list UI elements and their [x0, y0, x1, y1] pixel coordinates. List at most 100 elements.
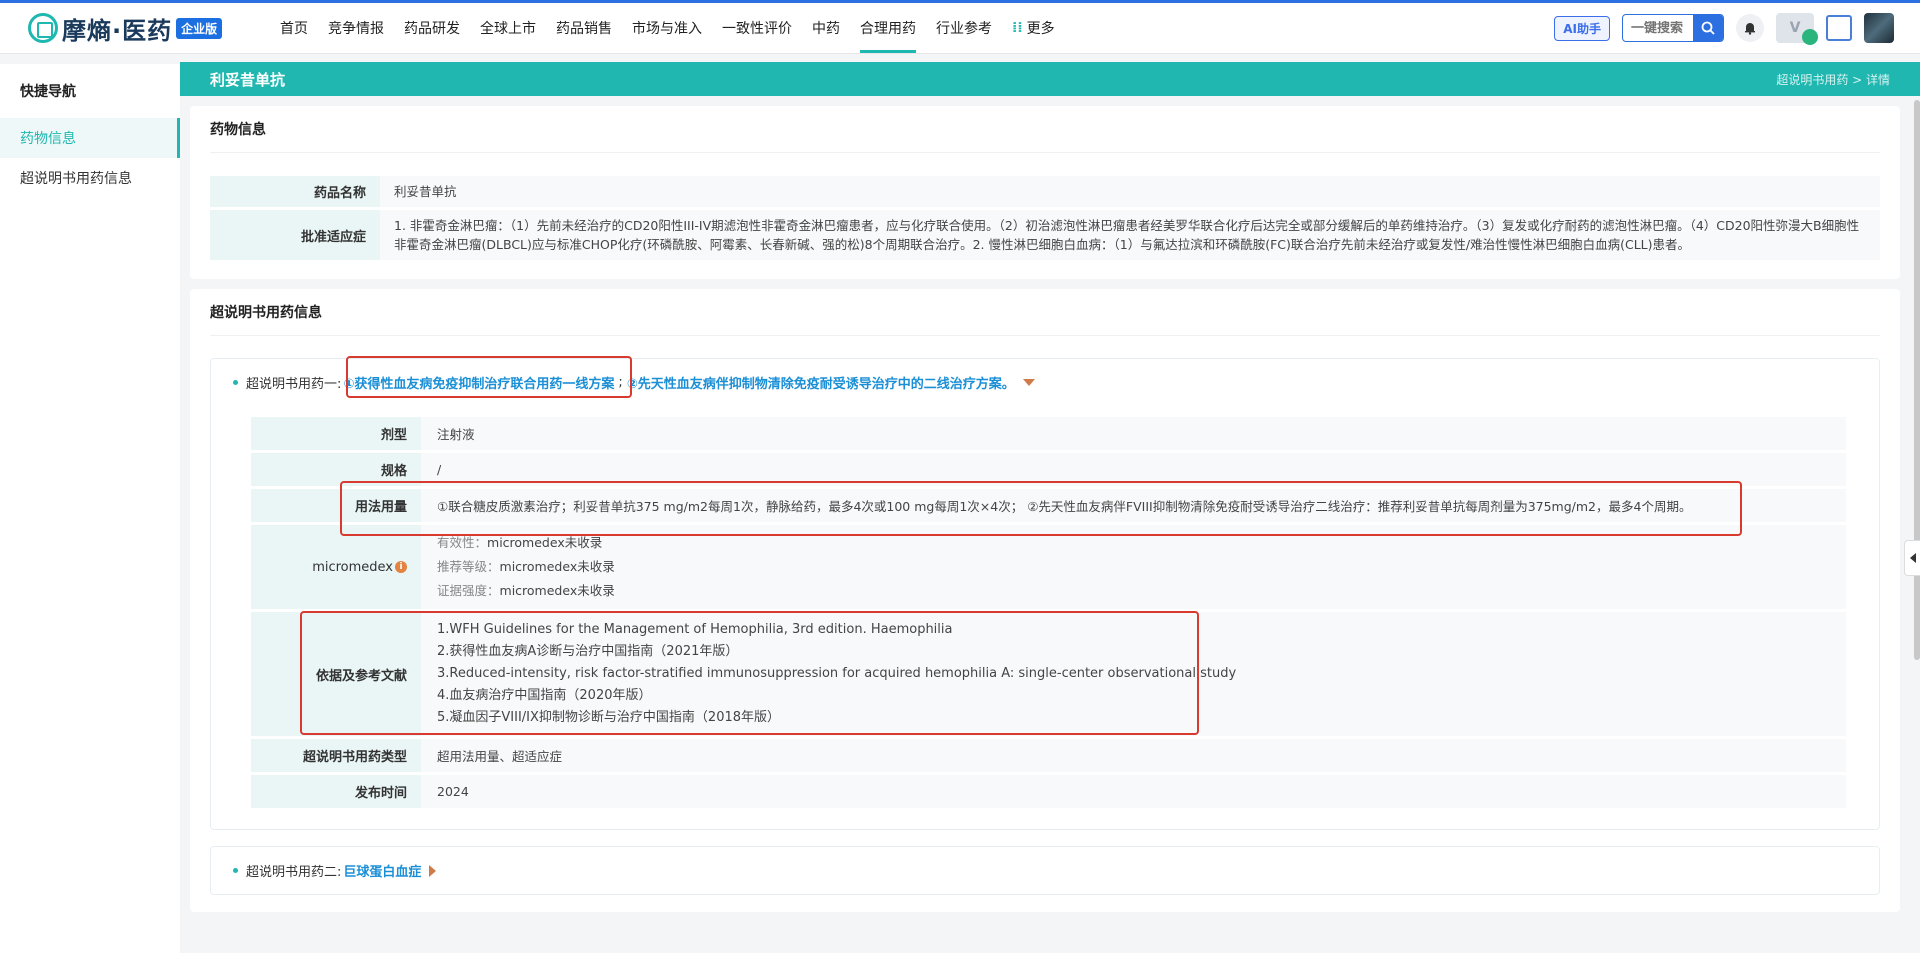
- nav-item-drug-rd[interactable]: 药品研发: [394, 3, 470, 53]
- offlabel-use-1-link-2[interactable]: ②先天性血友病伴抑制物清除免疫耐受诱导治疗中的二线治疗方案。: [627, 373, 1015, 392]
- reference-item: 3.Reduced-intensity, risk factor-stratif…: [437, 666, 1237, 681]
- offlabel-title: 超说明书用药信息: [210, 289, 1880, 336]
- offlabel-type-value: 超用法用量、超适应症: [421, 739, 1846, 772]
- app-logo[interactable]: 摩熵·医药 企业版: [28, 11, 256, 46]
- offlabel-use-1-table: 剂型 注射液 规格 / 用法用量 ①联合糖皮质激素治疗；利妥昔单抗375 mg/…: [251, 414, 1846, 811]
- vip-badge[interactable]: V: [1776, 13, 1818, 45]
- usage-value: ①联合糖皮质激素治疗；利妥昔单抗375 mg/m2每周1次，静脉给药，最多4次或…: [421, 489, 1846, 522]
- logo-icon: [28, 13, 58, 43]
- collapse-panel-button[interactable]: [1904, 540, 1920, 576]
- sidebar-title: 快捷导航: [20, 84, 76, 100]
- publish-date-label: 发布时间: [251, 775, 421, 808]
- drug-info-title: 药物信息: [210, 106, 1880, 153]
- level-value: micromedex未收录: [499, 559, 615, 574]
- evidence-value: micromedex未收录: [499, 583, 615, 598]
- dosage-form-value: 注射液: [421, 417, 1846, 450]
- table-row: 规格 /: [251, 453, 1846, 486]
- search-icon: [1701, 21, 1715, 35]
- refs-values: 1.WFH Guidelines for the Management of H…: [421, 612, 1846, 736]
- offlabel-use-2: 超说明书用药二: 巨球蛋白血症: [210, 846, 1880, 895]
- page-header: 利妥昔单抗 超说明书用药 > 详情: [180, 62, 1920, 96]
- vip-icon: V: [1789, 20, 1801, 36]
- top-right-tools: AI助手 V: [1554, 13, 1894, 45]
- manual-icon[interactable]: [1826, 15, 1852, 41]
- avatar[interactable]: [1864, 13, 1894, 43]
- grid-dots-icon: ⁞⁞: [1012, 20, 1023, 36]
- bell-icon: [1745, 23, 1755, 35]
- drug-name-label: 药品名称: [210, 176, 380, 207]
- main-nav: 首页 竞争情报 药品研发 全球上市 药品销售 市场与准入 一致性评价 中药 合理…: [270, 3, 1065, 53]
- offlabel-use-1-header[interactable]: 超说明书用药一: ①获得性血友病免疫抑制治疗联合用药一线方案 ; ②先天性血友病…: [211, 359, 1879, 406]
- table-row: 剂型 注射液: [251, 417, 1846, 450]
- offlabel-use-2-header[interactable]: 超说明书用药二: 巨球蛋白血症: [211, 847, 1879, 894]
- check-icon: [1802, 29, 1818, 45]
- logo-text: 摩熵·医药: [62, 16, 173, 45]
- publish-date-value: 2024: [421, 775, 1846, 808]
- evidence-line: 证据强度：micromedex未收录: [437, 579, 1830, 603]
- level-key: 推荐等级：: [437, 559, 500, 574]
- notification-button[interactable]: [1736, 14, 1764, 42]
- page-scrollbar[interactable]: [1914, 100, 1920, 660]
- search-button[interactable]: [1693, 15, 1723, 41]
- usage-label: 用法用量: [251, 489, 421, 522]
- sidebar-item-offlabel-info[interactable]: 超说明书用药信息: [0, 158, 180, 198]
- offlabel-use-2-link[interactable]: 巨球蛋白血症: [343, 861, 421, 880]
- nav-item-tcm[interactable]: 中药: [802, 3, 850, 53]
- separator: ;: [618, 375, 623, 390]
- table-row: 批准适应症 1. 非霍奇金淋巴瘤：（1）先前未经治疗的CD20阳性III-IV期…: [210, 210, 1880, 260]
- nav-item-more-label: 更多: [1026, 21, 1055, 37]
- nav-item-competitive-intel[interactable]: 竞争情报: [318, 3, 394, 53]
- dosage-form-label: 剂型: [251, 417, 421, 450]
- table-row: 依据及参考文献 1.WFH Guidelines for the Managem…: [251, 612, 1846, 736]
- top-navigation-bar: 摩熵·医药 企业版 首页 竞争情报 药品研发 全球上市 药品销售 市场与准入 一…: [0, 0, 1920, 54]
- reference-item: 1.WFH Guidelines for the Management of H…: [437, 622, 953, 637]
- efficacy-value: micromedex未收录: [487, 535, 603, 550]
- table-row: 超说明书用药类型 超用法用量、超适应症: [251, 739, 1846, 772]
- chevron-right-icon[interactable]: [429, 864, 437, 877]
- offlabel-use-2-prefix: 超说明书用药二:: [246, 865, 342, 880]
- evidence-key: 证据强度：: [437, 583, 500, 598]
- nav-item-consistency-eval[interactable]: 一致性评价: [712, 3, 802, 53]
- table-row: 发布时间 2024: [251, 775, 1846, 808]
- bullet-icon: [233, 868, 238, 873]
- nav-item-market-access[interactable]: 市场与准入: [622, 3, 712, 53]
- drug-info-card: 药物信息 药品名称 利妥昔单抗 批准适应症 1. 非霍奇金淋巴瘤：（1）先前未经…: [190, 106, 1900, 279]
- offlabel-card: 超说明书用药信息 超说明书用药一: ①获得性血友病免疫抑制治疗联合用药一线方案 …: [190, 289, 1900, 912]
- bullet-icon: [233, 380, 238, 385]
- ai-assistant-button[interactable]: AI助手: [1554, 15, 1610, 41]
- micromedex-label: micromedex i: [251, 525, 421, 609]
- nav-item-global-launch[interactable]: 全球上市: [470, 3, 546, 53]
- micromedex-values: 有效性：micromedex未收录 推荐等级：micromedex未收录 证据强…: [421, 525, 1846, 609]
- spec-label: 规格: [251, 453, 421, 486]
- reference-item: 5.凝血因子VIII/IX抑制物诊断与治疗中国指南（2018年版）: [437, 710, 781, 725]
- table-row: 药品名称 利妥昔单抗: [210, 176, 1880, 207]
- offlabel-use-1-prefix: 超说明书用药一:: [246, 377, 342, 392]
- chevron-left-icon: [1909, 553, 1916, 563]
- level-line: 推荐等级：micromedex未收录: [437, 555, 1830, 579]
- table-row: micromedex i 有效性：micromedex未收录 推荐等级：micro…: [251, 525, 1846, 609]
- nav-item-industry-ref[interactable]: 行业参考: [926, 3, 1002, 53]
- info-icon[interactable]: i: [395, 561, 407, 573]
- page-title: 利妥昔单抗: [210, 70, 286, 89]
- nav-item-drug-sales[interactable]: 药品销售: [546, 3, 622, 53]
- chevron-down-icon[interactable]: [1022, 379, 1035, 386]
- offlabel-use-1-link-1[interactable]: ①获得性血友病免疫抑制治疗联合用药一线方案: [343, 373, 614, 392]
- table-row: 用法用量 ①联合糖皮质激素治疗；利妥昔单抗375 mg/m2每周1次，静脉给药，…: [251, 489, 1846, 522]
- search-input[interactable]: [1623, 20, 1693, 36]
- nav-item-more[interactable]: ⁞⁞ 更多: [1002, 3, 1065, 53]
- search-box: [1622, 14, 1724, 42]
- sidebar-item-drug-info[interactable]: 药物信息: [0, 118, 180, 158]
- quick-nav-sidebar: 快捷导航 药物信息 超说明书用药信息: [0, 64, 180, 953]
- indication-label: 批准适应症: [210, 210, 380, 260]
- drug-name-value: 利妥昔单抗: [380, 176, 1880, 207]
- edition-badge: 企业版: [176, 17, 223, 39]
- offlabel-use-1: 超说明书用药一: ①获得性血友病免疫抑制治疗联合用药一线方案 ; ②先天性血友病…: [210, 358, 1880, 830]
- efficacy-key: 有效性：: [437, 535, 488, 550]
- breadcrumb[interactable]: 超说明书用药 > 详情: [1776, 71, 1890, 88]
- drug-info-table: 药品名称 利妥昔单抗 批准适应症 1. 非霍奇金淋巴瘤：（1）先前未经治疗的CD…: [210, 173, 1880, 279]
- efficacy-line: 有效性：micromedex未收录: [437, 531, 1830, 555]
- reference-item: 4.血友病治疗中国指南（2020年版）: [437, 688, 652, 703]
- nav-item-rational-use[interactable]: 合理用药: [850, 3, 926, 53]
- indication-value: 1. 非霍奇金淋巴瘤：（1）先前未经治疗的CD20阳性III-IV期滤泡性非霍奇…: [380, 210, 1880, 260]
- nav-item-home[interactable]: 首页: [270, 3, 318, 53]
